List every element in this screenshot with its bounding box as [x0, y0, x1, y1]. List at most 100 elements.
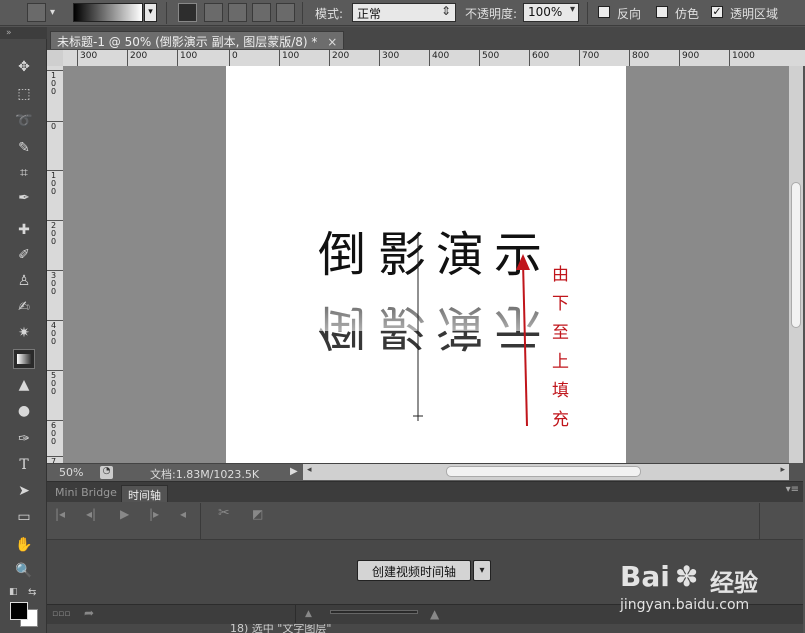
scroll-left-icon[interactable]: ◂ [307, 465, 312, 475]
play-icon[interactable]: ▶ [120, 507, 129, 521]
mode-select[interactable]: 正常 ⇕ [352, 3, 456, 22]
healing-brush-tool-icon[interactable]: ✚ [13, 220, 35, 240]
dodge-tool-icon[interactable]: ● [13, 401, 35, 421]
reverse-checkbox[interactable] [598, 6, 610, 18]
ruler-tick-label: 200 [332, 51, 350, 61]
swap-colors-icon[interactable]: ⇆ [28, 587, 36, 598]
eraser-tool-icon[interactable]: ✷ [13, 323, 35, 343]
ruler-tick-label: 1 0 0 [51, 71, 57, 96]
mode-label: 模式: [315, 7, 344, 21]
default-colors-icon[interactable]: ◧ [9, 587, 18, 597]
document-title: 未标题-1 @ 50% (倒影演示 副本, 图层蒙版/8) * [57, 35, 318, 49]
ruler-tick-label: 300 [382, 51, 400, 61]
close-icon[interactable]: × [327, 35, 337, 49]
dither-checkbox[interactable] [656, 6, 668, 18]
ruler-tick-label: 100 [282, 51, 300, 61]
rectangle-tool-icon[interactable]: ▭ [13, 507, 35, 527]
updown-icon: ⇕ [440, 4, 451, 18]
radial-gradient-button[interactable] [204, 3, 223, 22]
previous-frame-icon[interactable]: ◂| [86, 507, 96, 521]
vertical-scrollbar[interactable] [789, 66, 803, 463]
next-frame-icon[interactable]: |▸ [149, 507, 159, 521]
tab-mini-bridge[interactable]: Mini Bridge [49, 485, 123, 502]
marquee-tool-icon[interactable]: ⬚ [13, 84, 35, 104]
path-select-tool-icon[interactable]: ➤ [13, 481, 35, 501]
type-tool-icon[interactable]: T [13, 455, 35, 475]
create-video-timeline-button[interactable]: 创建视频时间轴 [357, 560, 472, 581]
chevron-down-icon[interactable]: ▾ [473, 560, 491, 581]
ruler-tick-label: 3 0 0 [51, 271, 57, 296]
horizontal-scroll-thumb[interactable] [446, 466, 641, 477]
brush-tool-icon[interactable]: ✐ [13, 245, 35, 265]
chevron-down-icon[interactable]: ▾ [50, 3, 60, 22]
panel-menu-icon[interactable]: ▾≡ [786, 484, 799, 495]
eyedropper-tool-icon[interactable]: ✒ [13, 188, 35, 208]
ruler-tick-label: 300 [80, 51, 98, 61]
hand-tool-icon[interactable]: ✋ [13, 535, 35, 555]
watermark-url: jingyan.baidu.com [620, 597, 750, 613]
ruler-tick-label: 900 [682, 51, 700, 61]
clone-stamp-tool-icon[interactable]: ♙ [13, 271, 35, 291]
document-tab[interactable]: 未标题-1 @ 50% (倒影演示 副本, 图层蒙版/8) * × [50, 31, 345, 49]
annotation-char: 下 [552, 294, 569, 314]
collapse-icon[interactable]: » [0, 27, 47, 39]
split-scissors-icon[interactable]: ✂ [218, 505, 230, 521]
transparency-checkbox[interactable]: ✓ [711, 6, 723, 18]
go-to-first-frame-icon[interactable]: |◂ [55, 507, 65, 521]
annotation-char: 上 [552, 352, 569, 372]
zoom-level[interactable]: 50% [59, 466, 83, 479]
convert-icon[interactable]: ➦ [84, 606, 94, 620]
zoom-in-mountain-icon[interactable]: ▲ [430, 607, 439, 621]
dither-label: 仿色 [675, 7, 700, 21]
zoom-slider[interactable] [330, 610, 418, 614]
canvas-char: 演 [436, 227, 484, 283]
frame-animation-icon[interactable]: ▫▫▫ [52, 609, 70, 619]
play-menu-icon[interactable]: ▶ [290, 466, 298, 477]
ruler-tick-label: 4 0 0 [51, 321, 57, 346]
annotation-char: 至 [552, 323, 569, 343]
vertical-scroll-thumb[interactable] [791, 182, 801, 328]
zoom-tool-icon[interactable]: 🔍 [13, 561, 35, 581]
document-canvas[interactable]: 倒影演示 倒影演示 由下至上填充 [226, 66, 626, 463]
move-tool-icon[interactable]: ✥ [13, 57, 35, 77]
gradient-tool-icon[interactable] [13, 349, 35, 369]
zoom-out-mountain-icon[interactable]: ▲ [305, 609, 312, 619]
crop-tool-icon[interactable]: ⌗ [13, 163, 35, 183]
reflected-gradient-button[interactable] [252, 3, 271, 22]
canvas-char: 示 [494, 227, 542, 283]
annotation-char: 由 [552, 265, 569, 285]
gradient-picker[interactable] [73, 3, 143, 22]
transparency-label: 透明区域 [730, 7, 779, 21]
history-brush-tool-icon[interactable]: ✍ [13, 297, 35, 317]
quick-select-tool-icon[interactable]: ✎ [13, 138, 35, 158]
annotation-char: 填 [552, 381, 569, 401]
ruler-tick-label: 6 0 0 [51, 421, 57, 446]
chevron-down-icon[interactable]: ▾ [144, 3, 157, 22]
ruler-corner [47, 50, 63, 66]
opacity-label: 不透明度: [465, 7, 518, 21]
ruler-tick-label: 400 [432, 51, 450, 61]
angle-gradient-button[interactable] [228, 3, 247, 22]
tool-preset-picker[interactable] [27, 3, 46, 22]
scroll-right-icon[interactable]: ▸ [780, 465, 785, 475]
canvas-char: 影 [378, 227, 426, 283]
foreground-color-swatch[interactable] [10, 602, 28, 620]
reverse-label: 反向 [617, 7, 642, 21]
canvas-area[interactable]: 倒影演示 倒影演示 由下至上填充 [63, 66, 789, 463]
blur-tool-icon[interactable]: ▲ [13, 375, 35, 395]
ruler-tick-label: 1000 [732, 51, 755, 61]
status-info-icon[interactable]: ◔ [100, 466, 113, 479]
transition-icon[interactable]: ◩ [252, 507, 263, 521]
options-bar: ▾ ▾ 模式: 正常 ⇕ 不透明度: 100% ▾ 反向 仿色 ✓ 透明区域 [0, 0, 805, 26]
audio-icon[interactable]: ◂ [180, 507, 186, 521]
diamond-gradient-button[interactable] [276, 3, 295, 22]
lasso-tool-icon[interactable]: ➰ [13, 111, 35, 131]
ruler-tick-label: 0 [51, 122, 57, 131]
opacity-input[interactable]: 100% ▾ [523, 3, 579, 22]
horizontal-scrollbar[interactable]: ◂ ▸ [303, 464, 789, 480]
canvas-artwork: 倒影演示 倒影演示 由下至上填充 [311, 227, 569, 430]
opacity-value: 100% [528, 5, 563, 19]
pen-tool-icon[interactable]: ✑ [13, 429, 35, 449]
tab-timeline[interactable]: 时间轴 [121, 485, 168, 502]
linear-gradient-button[interactable] [178, 3, 197, 22]
